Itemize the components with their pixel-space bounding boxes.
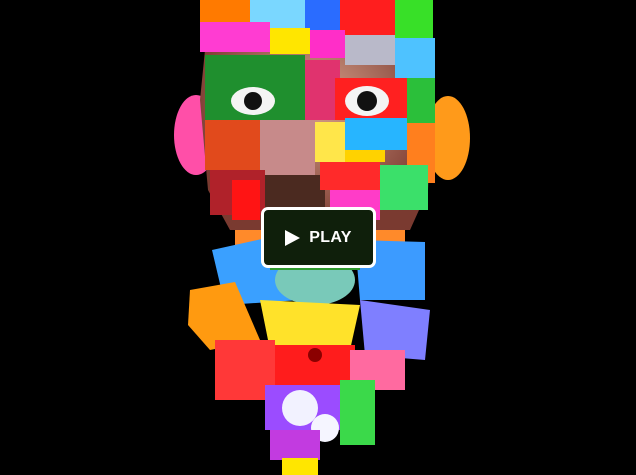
video-player[interactable]: PLAY (0, 0, 636, 475)
play-button[interactable]: PLAY (261, 207, 376, 268)
play-triangle-icon (285, 229, 301, 246)
play-button-label: PLAY (309, 228, 352, 246)
